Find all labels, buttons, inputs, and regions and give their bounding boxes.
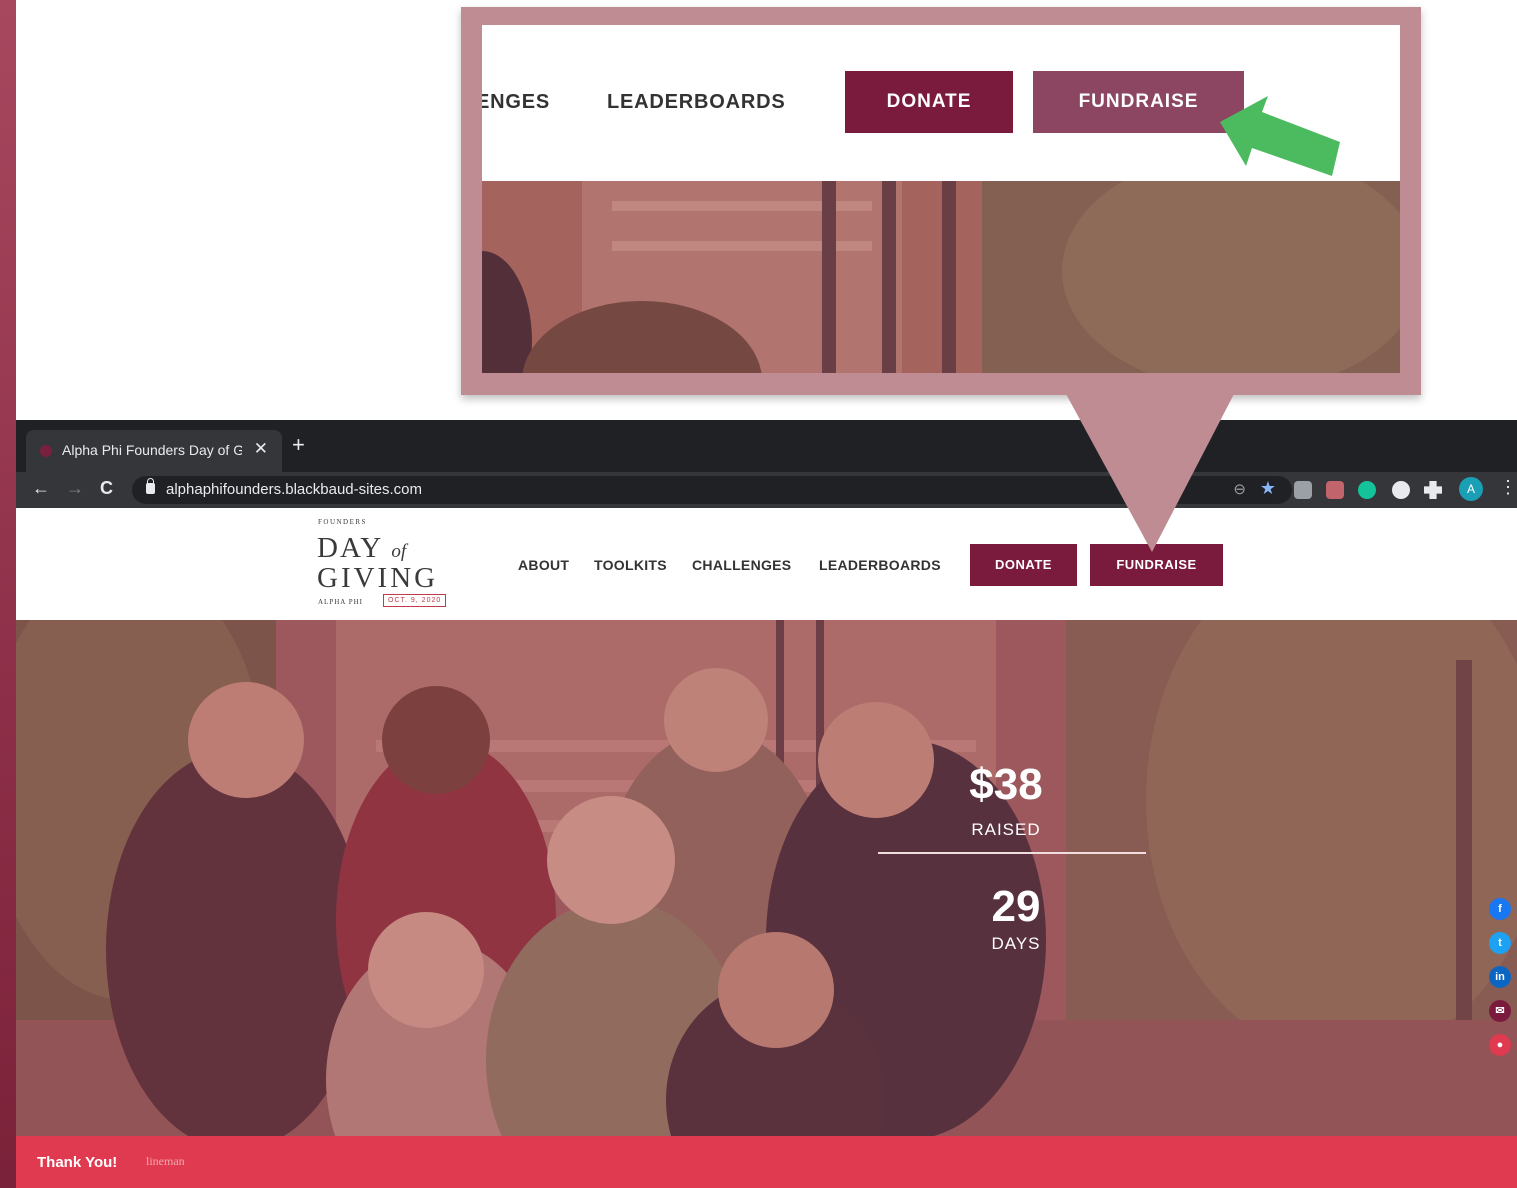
- zoomed-fundraise-button: FUNDRAISE: [1033, 71, 1244, 133]
- tab-title: Alpha Phi Founders Day of Giving: [62, 442, 242, 458]
- grammarly-icon[interactable]: [1358, 481, 1376, 499]
- hero-banner: $38 RAISED 29 DAYS f t in ✉ ●: [16, 620, 1517, 1136]
- address-bar-row: ← → C alphaphifounders.blackbaud-sites.c…: [16, 472, 1517, 508]
- forward-button[interactable]: →: [66, 478, 84, 499]
- site-header: FOUNDERS DAY of GIVING ALPHA PHI OCT. 9,…: [16, 508, 1517, 620]
- chat-share-icon[interactable]: ●: [1489, 1034, 1511, 1056]
- linkedin-share-icon[interactable]: in: [1489, 966, 1511, 988]
- logo-day-text: DAY: [317, 532, 383, 564]
- zoomed-donate-button: DONATE: [845, 71, 1013, 133]
- email-share-icon[interactable]: ✉: [1489, 1000, 1511, 1022]
- left-decorative-strip: [0, 0, 16, 1188]
- days-label: DAYS: [991, 934, 1041, 953]
- zoomed-nav: ENGES LEADERBOARDS DONATE FUNDRAISE: [482, 25, 1400, 181]
- fundraise-button[interactable]: FUNDRAISE: [1090, 544, 1223, 586]
- lock-icon: [146, 478, 155, 494]
- facebook-share-icon[interactable]: f: [1489, 898, 1511, 920]
- logo-giving-text: GIVING: [317, 562, 439, 594]
- stat-divider: [878, 852, 1146, 854]
- donor-name: lineman: [146, 1154, 185, 1168]
- browser-tab-bar: Alpha Phi Founders Day of Giving ✕ +: [16, 420, 1517, 472]
- browser-tab[interactable]: Alpha Phi Founders Day of Giving ✕: [26, 430, 282, 472]
- nav-leaderboards[interactable]: LEADERBOARDS: [819, 557, 941, 573]
- zoom-icon[interactable]: ⊖: [1233, 480, 1246, 498]
- browser-menu-icon[interactable]: ⋮: [1499, 477, 1517, 498]
- days-value: 29: [991, 882, 1041, 931]
- bookmark-star-icon[interactable]: ★: [1260, 478, 1276, 499]
- zoom-callout: ENGES LEADERBOARDS DONATE FUNDRAISE: [461, 7, 1421, 395]
- logo-date-badge: OCT. 9, 2020: [383, 594, 447, 607]
- back-button[interactable]: ←: [32, 478, 50, 499]
- url-field[interactable]: alphaphifounders.blackbaud-sites.com ⊖ ★: [132, 476, 1292, 504]
- twitter-share-icon[interactable]: t: [1489, 932, 1511, 954]
- logo-of-text: of: [391, 541, 407, 562]
- extension-icon[interactable]: [1326, 481, 1344, 499]
- zoomed-nav-leaderboards: LEADERBOARDS: [607, 91, 786, 113]
- day-of-giving-logo[interactable]: FOUNDERS DAY of GIVING ALPHA PHI OCT. 9,…: [317, 518, 467, 610]
- url-text: alphaphifounders.blackbaud-sites.com: [166, 481, 422, 498]
- zoom-callout-inner: ENGES LEADERBOARDS DONATE FUNDRAISE: [482, 25, 1400, 373]
- close-tab-icon[interactable]: ✕: [254, 439, 268, 459]
- logo-founders-text: FOUNDERS: [318, 518, 367, 526]
- new-tab-button[interactable]: +: [292, 434, 305, 456]
- thank-you-heading: Thank You!: [37, 1154, 118, 1171]
- raised-amount: $38: [946, 760, 1066, 810]
- raised-value: $38: [969, 760, 1043, 809]
- nav-challenges[interactable]: CHALLENGES: [692, 557, 791, 573]
- zoomed-hero-photo: [482, 181, 1400, 373]
- hero-group-photo: [16, 620, 1517, 1136]
- logo-alpha-phi-text: ALPHA PHI: [318, 598, 363, 606]
- extensions-puzzle-icon[interactable]: [1424, 481, 1442, 499]
- zoomed-nav-challenges: ENGES: [482, 91, 551, 113]
- zoomed-photo-art: [482, 181, 1400, 373]
- reload-button[interactable]: C: [100, 478, 113, 499]
- raised-label: RAISED: [971, 820, 1041, 839]
- donate-button[interactable]: DONATE: [970, 544, 1077, 586]
- days-count: 29: [956, 882, 1076, 932]
- nav-about[interactable]: ABOUT: [518, 557, 569, 573]
- thank-you-ticker: Thank You! lineman: [16, 1136, 1517, 1188]
- profile-avatar[interactable]: A: [1459, 477, 1483, 501]
- extension-icon[interactable]: [1392, 481, 1410, 499]
- extension-icon[interactable]: [1294, 481, 1312, 499]
- favicon-icon: [40, 445, 52, 457]
- nav-toolkits[interactable]: TOOLKITS: [594, 557, 667, 573]
